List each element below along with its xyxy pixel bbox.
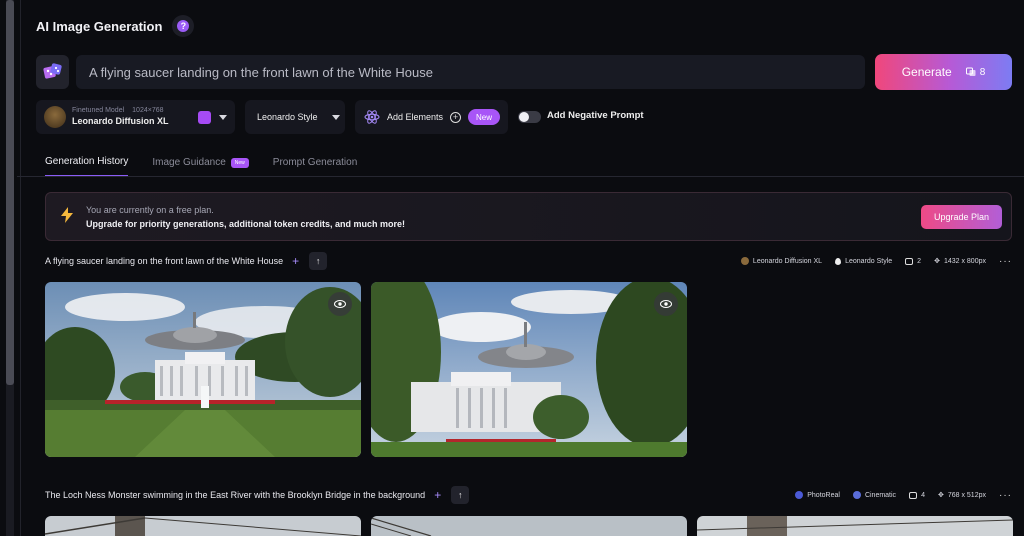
brooklyn-bridge-image-2 [371, 516, 687, 536]
style-dropdown[interactable]: Leonardo Style [245, 100, 345, 134]
generation-header: A flying saucer landing on the front law… [45, 252, 1012, 270]
random-prompt-button[interactable] [36, 55, 69, 89]
generation-size: ✥ 1432 x 800px [934, 257, 986, 266]
tab-prompt-generation[interactable]: Prompt Generation [273, 156, 358, 177]
chevron-down-icon [219, 114, 227, 120]
model-icon [795, 491, 804, 499]
meta-text: Leonardo Diffusion XL [752, 257, 823, 265]
meta-text: Cinematic [864, 491, 897, 499]
style-label: Leonardo Style [257, 112, 318, 122]
model-name: Leonardo Diffusion XL [72, 115, 169, 126]
more-options-icon[interactable]: ··· [999, 490, 1012, 501]
lightning-icon [61, 207, 73, 223]
resize-icon: ✥ [934, 258, 940, 265]
brooklyn-bridge-image [45, 516, 361, 536]
tab-generation-history[interactable]: Generation History [45, 156, 129, 177]
model-settings-icon[interactable] [198, 110, 211, 124]
token-count: 8 [979, 66, 986, 78]
generation-model: Leonardo Diffusion XL [740, 257, 823, 265]
drop-icon [835, 257, 842, 265]
toggle-knob [519, 112, 529, 122]
reuse-prompt-icon[interactable]: + [292, 254, 299, 268]
meta-text: 768 x 512px [947, 491, 986, 499]
generation-count: 2 [905, 257, 922, 265]
reuse-prompt-icon[interactable]: + [434, 488, 441, 502]
page-scrollbar[interactable] [6, 0, 14, 536]
plus-circle-icon: + [450, 111, 462, 123]
chevron-down-icon [331, 114, 340, 120]
help-button[interactable]: ? [172, 15, 195, 37]
meta-text: 2 [917, 257, 922, 265]
meta-text: PhotoReal [807, 491, 840, 499]
resize-icon: ✥ [937, 492, 944, 499]
generation-prompt: The Loch Ness Monster swimming in the Ea… [45, 490, 426, 500]
new-badge: New [230, 157, 249, 168]
generation-model: PhotoReal [795, 491, 840, 499]
more-options-icon[interactable]: ··· [999, 256, 1012, 267]
meta-text: 1432 x 800px [943, 257, 986, 265]
images-icon [905, 257, 914, 265]
generate-button[interactable]: Generate 8 [875, 54, 1012, 90]
white-house-ufo-image-2 [371, 282, 687, 457]
tab-image-guidance[interactable]: Image Guidance New [152, 156, 249, 177]
arrow-up-icon[interactable]: ↑ [309, 252, 328, 270]
generated-image[interactable] [697, 516, 1013, 536]
banner-line-2: Upgrade for priority generations, additi… [86, 219, 406, 229]
add-elements-button[interactable]: Add Elements + New [355, 100, 508, 134]
generation-style: Leonardo Style [835, 257, 893, 265]
generated-image[interactable] [45, 282, 361, 457]
generation-style: Cinematic [852, 491, 897, 499]
help-icon: ? [177, 20, 190, 32]
upgrade-plan-button[interactable]: Upgrade Plan [921, 205, 1002, 229]
token-icon [965, 67, 976, 76]
dice-icon [42, 63, 62, 79]
model-icon [740, 257, 749, 265]
generation-count: 4 [909, 491, 925, 499]
generated-image[interactable] [371, 516, 687, 536]
tab-label: Image Guidance [152, 157, 226, 168]
negative-prompt-label: Add Negative Prompt [547, 110, 644, 121]
tab-bar: Generation History Image Guidance New Pro… [45, 156, 357, 177]
page-title: AI Image Generation [36, 18, 163, 34]
model-selector[interactable]: Finetuned Model 1024×768 Leonardo Diffusi… [36, 100, 235, 134]
images-icon [909, 491, 918, 499]
eye-icon[interactable] [654, 292, 678, 316]
generation-size: ✥ 768 x 512px [937, 491, 986, 500]
tab-label: Generation History [45, 156, 129, 167]
model-thumbnail [44, 106, 66, 128]
meta-text: Leonardo Style [845, 257, 893, 265]
add-elements-label: Add Elements [387, 112, 444, 122]
meta-text: 4 [921, 491, 925, 499]
generation-prompt: A flying saucer landing on the front law… [45, 256, 284, 266]
style-icon [852, 491, 861, 499]
page-header: AI Image Generation ? [36, 14, 195, 38]
banner-line-1: You are currently on a free plan. [86, 205, 214, 215]
token-cost: 8 [965, 66, 986, 78]
model-dims: 1024×768 [132, 107, 164, 115]
brooklyn-bridge-image-3 [697, 516, 1013, 536]
arrow-up-icon[interactable]: ↑ [451, 486, 470, 504]
sidebar-divider [20, 0, 21, 536]
eye-icon[interactable] [328, 292, 352, 316]
tab-divider [17, 176, 1024, 177]
generated-image[interactable] [371, 282, 687, 457]
scrollbar-thumb[interactable] [6, 0, 14, 385]
new-badge: New [468, 109, 501, 125]
atom-icon [364, 110, 380, 124]
model-caption: Finetuned Model [72, 107, 125, 115]
free-plan-banner: You are currently on a free plan. Upgrad… [45, 192, 1012, 241]
white-house-ufo-image [45, 282, 361, 457]
generated-image[interactable] [45, 516, 361, 536]
negative-prompt-toggle[interactable] [518, 111, 541, 123]
tab-label: Prompt Generation [272, 157, 358, 168]
generate-label: Generate [901, 65, 952, 79]
prompt-input[interactable]: A flying saucer landing on the front law… [76, 55, 865, 89]
generation-header: The Loch Ness Monster swimming in the Ea… [45, 486, 1012, 504]
